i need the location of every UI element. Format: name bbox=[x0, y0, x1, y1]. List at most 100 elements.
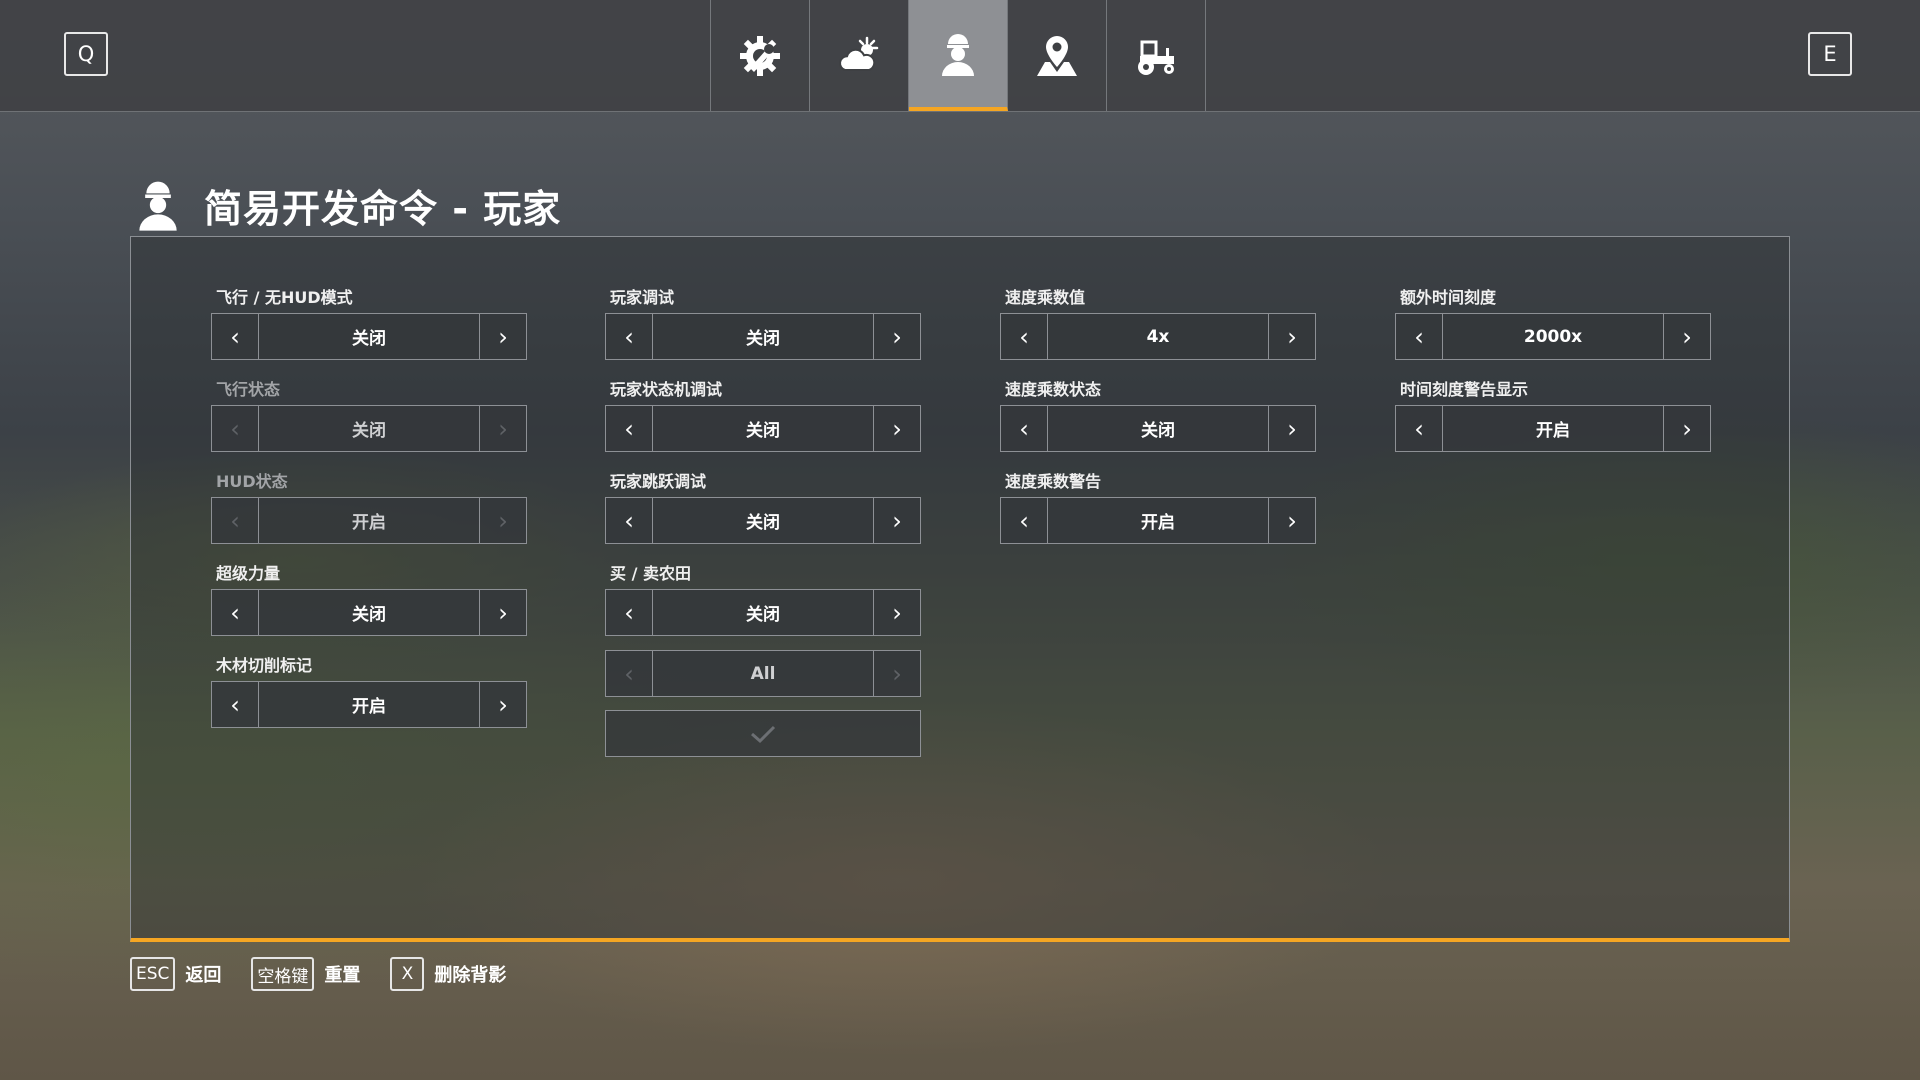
setting-stepper: ‹ 关闭 › bbox=[211, 405, 527, 452]
scope-next-button[interactable]: › bbox=[873, 651, 920, 696]
prev-page-key-q[interactable]: Q bbox=[64, 32, 108, 76]
setting-label: 速度乘数状态 bbox=[1005, 380, 1102, 399]
setting-stepper[interactable]: ‹ 4x › bbox=[1000, 313, 1316, 360]
setting-value: 开启 bbox=[352, 697, 386, 717]
remove-background-hint[interactable]: X 删除背影 bbox=[390, 957, 506, 991]
chevron-right-icon[interactable]: › bbox=[1268, 498, 1315, 543]
chevron-right-icon: › bbox=[479, 406, 526, 451]
chevron-left-icon[interactable]: ‹ bbox=[1396, 406, 1443, 451]
chevron-left-icon[interactable]: ‹ bbox=[1001, 498, 1048, 543]
setting-value: 关闭 bbox=[746, 329, 780, 349]
chevron-right-icon[interactable]: › bbox=[1268, 406, 1315, 451]
setting-stepper[interactable]: ‹ 关闭 › bbox=[605, 313, 921, 360]
setting-label: 玩家状态机调试 bbox=[610, 380, 723, 399]
setting-value: 4x bbox=[1146, 326, 1170, 347]
chevron-left-icon[interactable]: ‹ bbox=[606, 590, 653, 635]
setting-c3-0: 速度乘数值 ‹ 4x › bbox=[1000, 287, 1316, 360]
tab-general[interactable] bbox=[711, 0, 810, 111]
setting-label: 速度乘数值 bbox=[1005, 288, 1086, 307]
setting-label: 买 / 卖农田 bbox=[610, 564, 691, 583]
player-icon bbox=[942, 33, 974, 76]
setting-stepper: ‹ 开启 › bbox=[211, 497, 527, 544]
chevron-right-icon[interactable]: › bbox=[1663, 406, 1710, 451]
setting-label: 木材切削标记 bbox=[216, 656, 313, 675]
chevron-right-icon[interactable]: › bbox=[873, 498, 920, 543]
setting-value: 开启 bbox=[1536, 421, 1570, 441]
tab-vehicles[interactable] bbox=[1107, 0, 1206, 111]
setting-value: 关闭 bbox=[746, 513, 780, 533]
chevron-left-icon[interactable]: ‹ bbox=[212, 682, 259, 727]
tractor-icon bbox=[1138, 40, 1174, 75]
x-key: X bbox=[390, 957, 425, 991]
setting-stepper[interactable]: ‹ 关闭 › bbox=[211, 313, 527, 360]
reset-hint[interactable]: 空格键 重置 bbox=[251, 957, 360, 991]
setting-c1-3: 超级力量 ‹ 关闭 › bbox=[211, 563, 527, 636]
setting-value: 关闭 bbox=[352, 421, 386, 441]
prev-key-label: Q bbox=[77, 42, 95, 66]
setting-stepper[interactable]: ‹ 开启 › bbox=[211, 681, 527, 728]
farmland-scope-setting: ‹ All › bbox=[605, 650, 921, 697]
setting-c3-1: 速度乘数状态 ‹ 关闭 › bbox=[1000, 379, 1316, 452]
setting-c1-4: 木材切削标记 ‹ 开启 › bbox=[211, 655, 527, 728]
setting-stepper[interactable]: ‹ 关闭 › bbox=[605, 497, 921, 544]
chevron-right-icon[interactable]: › bbox=[873, 406, 920, 451]
setting-stepper[interactable]: ‹ 关闭 › bbox=[605, 405, 921, 452]
page-title: 简易开发命令 - 玩家 bbox=[130, 170, 561, 240]
top-menu-bar: Q E bbox=[0, 0, 1920, 112]
tab-player[interactable] bbox=[909, 0, 1008, 111]
setting-stepper[interactable]: ‹ 2000x › bbox=[1395, 313, 1711, 360]
next-page-key-e[interactable]: E bbox=[1808, 32, 1852, 76]
setting-c3-2: 速度乘数警告 ‹ 开启 › bbox=[1000, 471, 1316, 544]
chevron-left-icon[interactable]: ‹ bbox=[606, 406, 653, 451]
setting-stepper[interactable]: ‹ 开启 › bbox=[1395, 405, 1711, 452]
footer-key-hints: ESC 返回 空格键 重置 X 删除背影 bbox=[130, 956, 536, 992]
setting-c1-1: 飞行状态 ‹ 关闭 › bbox=[211, 379, 527, 452]
setting-label: 飞行 / 无HUD模式 bbox=[216, 288, 353, 307]
space-key: 空格键 bbox=[251, 957, 315, 991]
setting-stepper[interactable]: ‹ 关闭 › bbox=[211, 589, 527, 636]
setting-stepper[interactable]: ‹ 开启 › bbox=[1000, 497, 1316, 544]
chevron-right-icon[interactable]: › bbox=[479, 314, 526, 359]
chevron-right-icon[interactable]: › bbox=[1663, 314, 1710, 359]
farmland-scope-stepper[interactable]: ‹ All › bbox=[605, 650, 921, 697]
setting-c1-0: 飞行 / 无HUD模式 ‹ 关闭 › bbox=[211, 287, 527, 360]
chevron-left-icon: ‹ bbox=[212, 406, 259, 451]
chevron-right-icon: › bbox=[479, 498, 526, 543]
chevron-right-icon[interactable]: › bbox=[1268, 314, 1315, 359]
chevron-left-icon[interactable]: ‹ bbox=[1396, 314, 1443, 359]
setting-label: 飞行状态 bbox=[216, 380, 281, 399]
setting-label: HUD状态 bbox=[216, 472, 288, 491]
setting-label: 额外时间刻度 bbox=[1400, 288, 1497, 307]
chevron-left-icon[interactable]: ‹ bbox=[212, 590, 259, 635]
weather-icon bbox=[839, 36, 879, 71]
chevron-right-icon[interactable]: › bbox=[873, 590, 920, 635]
chevron-left-icon[interactable]: ‹ bbox=[1001, 314, 1048, 359]
tab-map[interactable] bbox=[1008, 0, 1107, 111]
next-key-label: E bbox=[1823, 42, 1837, 66]
esc-key: ESC bbox=[130, 957, 176, 991]
chevron-right-icon[interactable]: › bbox=[479, 590, 526, 635]
chevron-right-icon[interactable]: › bbox=[479, 682, 526, 727]
setting-value: 开启 bbox=[352, 513, 386, 533]
wrench-gear-icon bbox=[740, 35, 780, 76]
confirm-button[interactable] bbox=[605, 710, 921, 757]
chevron-left-icon[interactable]: ‹ bbox=[212, 314, 259, 359]
chevron-left-icon[interactable]: ‹ bbox=[606, 498, 653, 543]
setting-stepper[interactable]: ‹ 关闭 › bbox=[1000, 405, 1316, 452]
settings-panel: 飞行 / 无HUD模式 ‹ 关闭 › 飞行状态 ‹ 关闭 › HUD状态 ‹ 开启 › 超级力量 ‹ 关闭 ›… bbox=[130, 236, 1790, 942]
back-hint[interactable]: ESC 返回 bbox=[130, 957, 221, 991]
setting-label: 速度乘数警告 bbox=[1005, 472, 1102, 491]
setting-value: 关闭 bbox=[352, 329, 386, 349]
setting-c2-3: 买 / 卖农田 ‹ 关闭 › bbox=[605, 563, 921, 636]
scope-prev-button[interactable]: ‹ bbox=[606, 651, 653, 696]
chevron-right-icon[interactable]: › bbox=[873, 314, 920, 359]
setting-value: 关闭 bbox=[746, 605, 780, 625]
chevron-left-icon[interactable]: ‹ bbox=[606, 314, 653, 359]
chevron-left-icon[interactable]: ‹ bbox=[1001, 406, 1048, 451]
setting-label: 玩家调试 bbox=[610, 288, 675, 307]
chevron-left-icon: ‹ bbox=[212, 498, 259, 543]
setting-stepper[interactable]: ‹ 关闭 › bbox=[605, 589, 921, 636]
tab-weather[interactable] bbox=[810, 0, 909, 111]
setting-label: 超级力量 bbox=[216, 564, 281, 583]
map-pin-icon bbox=[1037, 35, 1077, 76]
